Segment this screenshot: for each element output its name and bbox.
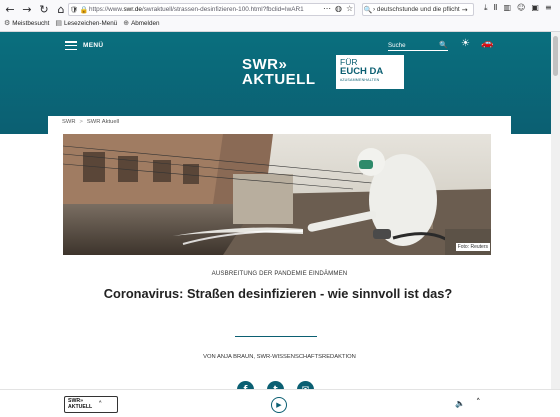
library-icon[interactable]: Ⅱ xyxy=(494,3,498,13)
badge-hashtag: #ZUSAMMENHALTEN xyxy=(340,78,380,82)
hamburger-icon xyxy=(65,41,77,50)
badge-line-2: EUCH DA xyxy=(340,66,384,77)
expand-player-icon[interactable]: ˄ xyxy=(476,398,481,408)
menu-icon[interactable]: ≡ xyxy=(545,3,552,13)
search-icon: 🔍 xyxy=(363,5,373,14)
folder-icon: ▤ xyxy=(55,19,63,27)
search-placeholder: Suche xyxy=(388,41,406,49)
photo-credit: Foto: Reuters xyxy=(455,243,490,251)
search-bar[interactable]: 🔍 › deutschstunde und die pflicht → xyxy=(362,3,474,16)
globe-icon: ⊕ xyxy=(123,19,130,27)
player-logo-aktuell: AKTUELL xyxy=(68,403,93,410)
chevron-up-icon: ˄ xyxy=(98,400,103,409)
lock-icon[interactable]: 🔒 xyxy=(79,6,89,14)
search-icon[interactable]: 🔍 xyxy=(439,41,448,49)
download-icon[interactable]: ⤓ xyxy=(484,3,488,13)
menu-button[interactable]: MENÜ xyxy=(65,41,103,50)
back-icon[interactable]: ← xyxy=(3,3,17,17)
scrollbar-thumb[interactable] xyxy=(553,36,558,76)
extension-icon[interactable]: ▣ xyxy=(531,3,539,13)
toolbar-icons: ⤓ Ⅱ ▥ ☺ ▣ ≡ xyxy=(484,3,552,13)
bookmark-lesezeichen-menu[interactable]: ▤ Lesezeichen-Menü xyxy=(55,19,117,27)
article-photo: Foto: Reuters xyxy=(63,134,491,255)
audio-player-bar: SWR» AKTUELL ˄ ▶ 🔈 ˄ xyxy=(0,389,560,417)
breadcrumb-swr-aktuell[interactable]: SWR Aktuell xyxy=(87,119,119,125)
bookmarks-bar: ⚙ Meistbesucht ▤ Lesezeichen-Menü ⊕ Abmelde… xyxy=(4,19,159,27)
logo-line-swr: SWR» xyxy=(242,56,288,73)
breadcrumb: SWR > SWR Aktuell xyxy=(62,119,119,125)
headline-divider xyxy=(235,336,317,338)
url-actions: ⋯ ◍ ☆ xyxy=(323,4,353,13)
url-text[interactable]: https://www.swr.de/swraktuell/strassen-d… xyxy=(89,6,354,13)
account-icon[interactable]: ☺ xyxy=(517,3,525,13)
article-card: SWR > SWR Aktuell Foto: Reuters AUSBREIT… xyxy=(48,116,511,389)
article-kicker: AUSBREITUNG DER PANDEMIE EINDÄMMEN xyxy=(211,270,348,277)
article-headline: Coronavirus: Straßen desinfizieren - wie… xyxy=(103,286,453,301)
pocket-icon[interactable]: ◍ xyxy=(335,4,342,13)
player-logo-button[interactable]: SWR» AKTUELL ˄ xyxy=(64,396,118,413)
site-search-input[interactable]: Suche 🔍 xyxy=(388,40,448,51)
page-viewport: MENÜ Suche 🔍 ☀ 🚗 SWR» AKTUELL FÜR EUCH D… xyxy=(0,32,551,389)
campaign-badge[interactable]: FÜR EUCH DA #ZUSAMMENHALTEN xyxy=(336,55,404,89)
share-bar: f t ✉ xyxy=(237,381,314,389)
browser-toolbar: ← → ↻ ⌂ 🛡 🔒 https://www.swr.de/swraktuel… xyxy=(0,0,560,32)
email-icon[interactable]: ✉ xyxy=(297,381,314,389)
url-bar[interactable]: 🛡 🔒 https://www.swr.de/swraktuell/strass… xyxy=(68,3,355,16)
swr-aktuell-logo[interactable]: SWR» AKTUELL xyxy=(242,57,316,87)
page-scrollbar[interactable] xyxy=(551,32,560,389)
more-icon[interactable]: ⋯ xyxy=(323,4,331,13)
facebook-icon[interactable]: f xyxy=(237,381,254,389)
search-text[interactable]: › deutschstunde und die pflicht xyxy=(373,6,460,13)
gear-icon: ⚙ xyxy=(4,19,11,27)
sidebar-icon[interactable]: ▥ xyxy=(503,3,511,13)
home-icon[interactable]: ⌂ xyxy=(54,3,68,17)
bookmark-star-icon[interactable]: ☆ xyxy=(346,4,353,13)
shield-icon[interactable]: 🛡 xyxy=(69,6,79,14)
article-author: VON ANJA BRAUN, SWR-WISSENSCHAFTSREDAKTI… xyxy=(203,354,356,360)
traffic-car-icon[interactable]: 🚗 xyxy=(481,38,493,49)
bookmark-abmelden[interactable]: ⊕ Abmelden xyxy=(123,19,159,27)
reload-icon[interactable]: ↻ xyxy=(37,3,51,17)
volume-icon[interactable]: 🔈 xyxy=(455,399,465,408)
logo-line-aktuell: AKTUELL xyxy=(242,71,316,88)
menu-label: MENÜ xyxy=(83,42,104,49)
forward-icon[interactable]: → xyxy=(20,3,34,17)
play-button[interactable]: ▶ xyxy=(271,397,287,413)
go-icon[interactable]: → xyxy=(460,6,470,14)
weather-sun-icon[interactable]: ☀ xyxy=(461,38,470,49)
breadcrumb-swr[interactable]: SWR xyxy=(62,119,76,125)
bookmark-meistbesucht[interactable]: ⚙ Meistbesucht xyxy=(4,19,49,27)
article-photo-image xyxy=(63,134,491,255)
breadcrumb-separator: > xyxy=(79,119,83,125)
player-logo: SWR» AKTUELL xyxy=(68,398,93,410)
twitter-icon[interactable]: t xyxy=(267,381,284,389)
